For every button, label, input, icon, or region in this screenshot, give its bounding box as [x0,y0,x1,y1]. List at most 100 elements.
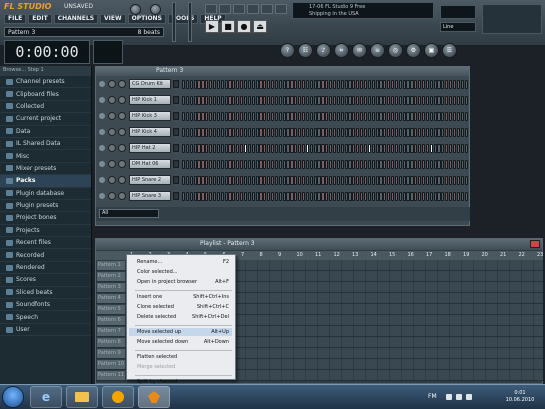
step-button[interactable] [325,80,329,89]
master-volume-knob[interactable] [130,4,141,15]
step-button[interactable] [356,144,360,153]
record-button[interactable]: ● [237,20,251,33]
step-button[interactable] [274,160,279,169]
step-button[interactable] [325,192,329,201]
step-button[interactable] [402,176,406,185]
step-button[interactable] [298,192,302,201]
browser-item[interactable]: IL Shared Data [0,138,91,151]
step-button[interactable] [456,192,460,201]
channel-select-pad[interactable] [173,160,179,168]
step-button[interactable] [352,160,356,169]
step-button[interactable] [228,192,232,201]
step-button[interactable] [344,192,348,201]
step-button[interactable] [209,192,213,201]
step-button[interactable] [247,192,251,201]
step-button[interactable] [321,112,325,121]
step-button[interactable] [251,112,255,121]
step-button[interactable] [460,160,464,169]
step-button[interactable] [367,144,371,153]
step-button[interactable] [379,160,383,169]
channel-mute-led[interactable] [99,113,105,119]
browser-item[interactable]: Speech [0,311,91,324]
channel-mute-led[interactable] [99,145,105,151]
step-button[interactable] [332,160,337,169]
step-button[interactable] [332,144,337,153]
step-button[interactable] [348,128,352,137]
step-button[interactable] [298,80,302,89]
step-button[interactable] [182,80,186,89]
step-button[interactable] [383,192,387,201]
step-button[interactable] [332,80,337,89]
channel-select-pad[interactable] [173,176,179,184]
step-button[interactable] [247,128,251,137]
step-button[interactable] [309,144,313,153]
step-button[interactable] [274,144,279,153]
step-button[interactable] [344,128,348,137]
step-button[interactable] [402,192,406,201]
step-button[interactable] [309,112,313,121]
step-button[interactable] [243,176,248,185]
step-button[interactable] [418,160,422,169]
step-button[interactable] [452,112,457,121]
step-button[interactable] [383,176,387,185]
step-button[interactable] [363,144,368,153]
step-button[interactable] [332,112,337,121]
step-button[interactable] [464,80,468,89]
step-button[interactable] [340,96,344,105]
browser-item[interactable]: Misc [0,150,91,163]
step-button[interactable] [441,192,445,201]
step-button[interactable] [274,192,279,201]
step-button[interactable] [437,160,441,169]
playlist-pattern-label[interactable]: Pattern 4 [97,294,125,303]
step-button[interactable] [429,96,433,105]
step-button[interactable] [278,192,282,201]
step-button[interactable] [425,160,429,169]
step-button[interactable] [383,128,387,137]
step-button[interactable] [456,128,460,137]
step-button[interactable] [240,80,244,89]
step-button[interactable] [421,144,426,153]
playlist-pattern-label[interactable]: Pattern 10 [97,360,125,369]
step-button[interactable] [224,80,228,89]
step-button[interactable] [360,128,364,137]
step-button[interactable] [367,80,371,89]
step-button[interactable] [286,128,290,137]
step-button[interactable] [394,80,399,89]
step-button[interactable] [437,96,441,105]
step-button[interactable] [336,112,340,121]
pattern-song-button[interactable]: ⏏ [253,20,267,33]
channel-name-button[interactable]: CG Drum Kit [129,79,171,89]
step-button[interactable] [309,192,313,201]
context-menu-item[interactable]: Open in project browser Alt+F [137,278,232,286]
step-button[interactable] [243,96,248,105]
step-button[interactable] [228,144,232,153]
step-button[interactable] [216,160,221,169]
step-button[interactable] [390,176,395,185]
step-button[interactable] [236,160,240,169]
step-button[interactable] [282,128,286,137]
step-button[interactable] [344,160,348,169]
step-button[interactable] [240,176,244,185]
step-button[interactable] [232,176,236,185]
step-button[interactable] [255,80,259,89]
step-button[interactable] [441,176,445,185]
shortcut-button[interactable]: ⚙ [406,43,421,58]
step-button[interactable] [329,96,333,105]
step-button[interactable] [205,80,209,89]
step-button[interactable] [429,192,433,201]
step-button[interactable] [286,96,290,105]
step-button[interactable] [189,160,193,169]
step-button[interactable] [209,128,213,137]
step-button[interactable] [441,80,445,89]
step-button[interactable] [193,128,197,137]
step-button[interactable] [267,192,271,201]
volume-slider[interactable] [172,2,176,42]
step-button[interactable] [363,192,368,201]
step-button[interactable] [236,112,240,121]
step-button[interactable] [240,160,244,169]
playlist-pattern-label[interactable]: Pattern 1 [97,261,125,270]
step-button[interactable] [205,128,209,137]
step-button[interactable] [243,144,248,153]
channel-window-title[interactable]: Pattern 3 [96,67,469,76]
step-button[interactable] [185,160,190,169]
